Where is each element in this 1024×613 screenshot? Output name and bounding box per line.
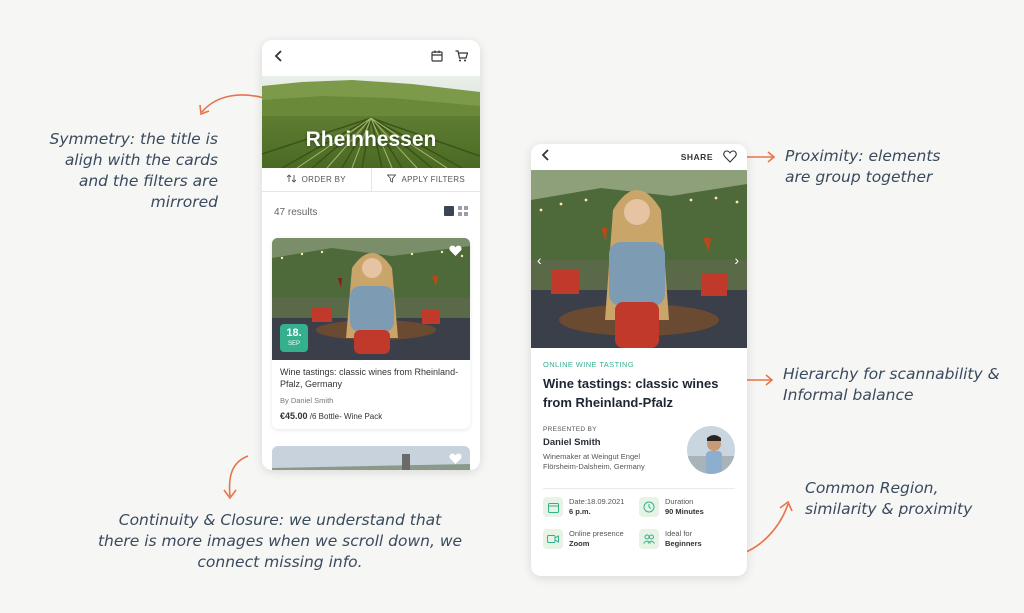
favorite-heart-outline-icon[interactable] <box>723 149 737 165</box>
clock-icon <box>639 497 659 517</box>
top-bar <box>262 40 480 76</box>
annotation-hierarchy: Hierarchy for scannability & Informal ba… <box>783 365 1000 404</box>
event-category: ONLINE WINE TASTING <box>543 360 635 369</box>
next-event-card-partial[interactable] <box>272 446 470 470</box>
continuity-arrow <box>223 455 249 500</box>
presenter-name[interactable]: Daniel Smith <box>543 437 645 448</box>
apply-filters-button[interactable]: APPLY FILTERS <box>370 168 481 191</box>
info-ideal-for: Ideal for Beginners <box>639 529 735 549</box>
card-author: By Daniel Smith <box>280 396 334 405</box>
calendar-icon <box>543 497 563 517</box>
share-button[interactable]: SHARE <box>681 152 713 162</box>
info-online-presence: Online presence Zoom <box>543 529 639 549</box>
detail-top-bar: SHARE <box>531 144 747 170</box>
info-date: Date:18.09.2021 6 p.m. <box>543 497 639 517</box>
grid-view-icon[interactable] <box>458 203 468 221</box>
proximity-arrow <box>746 151 776 163</box>
presenter-section: PRESENTED BY Daniel Smith Winemaker at W… <box>543 426 735 474</box>
avatar[interactable] <box>687 426 735 474</box>
info-duration: Duration 90 Minutes <box>639 497 735 517</box>
card-price: €45.00 /6 Bottle- Wine Pack <box>280 411 383 421</box>
favorite-heart-icon[interactable] <box>449 244 462 262</box>
people-icon <box>639 529 659 549</box>
annotation-continuity: Continuity & Closure: we understand that… <box>97 511 463 571</box>
sort-icon <box>286 174 296 185</box>
detail-photo-carousel[interactable]: ‹ › <box>531 170 747 348</box>
detail-screen: SHARE ‹ › ONLINE WINE TASTING Wine tasti… <box>531 144 747 576</box>
video-icon <box>543 529 563 549</box>
wine-tasting-photo-large <box>531 170 747 348</box>
carousel-next-icon[interactable]: › <box>734 252 739 268</box>
date-badge: 18. SEP <box>280 324 308 352</box>
hero-banner: Rheinhessen <box>262 76 480 168</box>
event-card[interactable]: 18. SEP Wine tastings: classic wines fro… <box>272 238 470 429</box>
next-card-photo <box>272 446 470 470</box>
presented-by-label: PRESENTED BY <box>543 426 597 433</box>
listing-screen: Rheinhessen ORDER BY APPLY FILTERS 47 re… <box>262 40 480 470</box>
annotation-proximity: Proximity: elements are group together <box>785 147 941 186</box>
cart-icon[interactable] <box>455 49 469 67</box>
hero-title: Rheinhessen <box>305 128 437 151</box>
back-chevron-icon[interactable] <box>274 49 284 67</box>
event-info-grid: Date:18.09.2021 6 p.m. Duration 90 Minutes… <box>543 497 735 549</box>
results-count: 47 results <box>274 206 318 218</box>
vineyard-image <box>262 76 480 168</box>
carousel-prev-icon[interactable]: ‹ <box>537 252 542 268</box>
symmetry-arrow <box>199 94 265 116</box>
divider <box>543 488 735 489</box>
event-title: Wine tastings: classic wines from Rheinl… <box>543 376 719 410</box>
list-view-icon[interactable] <box>444 203 454 221</box>
order-by-button[interactable]: ORDER BY <box>262 168 371 191</box>
annotation-symmetry: Symmetry: the title is aligh with the ca… <box>49 130 219 211</box>
filter-icon <box>386 174 396 185</box>
calendar-icon[interactable] <box>431 49 443 67</box>
card-title: Wine tastings: classic wines from Rheinl… <box>280 367 459 389</box>
annotation-common-region: Common Region, similarity & proximity <box>805 479 973 518</box>
favorite-heart-icon-2[interactable] <box>449 452 462 470</box>
filter-bar: ORDER BY APPLY FILTERS <box>262 168 480 192</box>
presenter-role: Winemaker at Weingut Engel Flörsheim-Dal… <box>543 452 645 471</box>
back-chevron-icon[interactable] <box>541 148 551 166</box>
results-row: 47 results <box>262 192 480 232</box>
view-toggle <box>444 203 468 221</box>
